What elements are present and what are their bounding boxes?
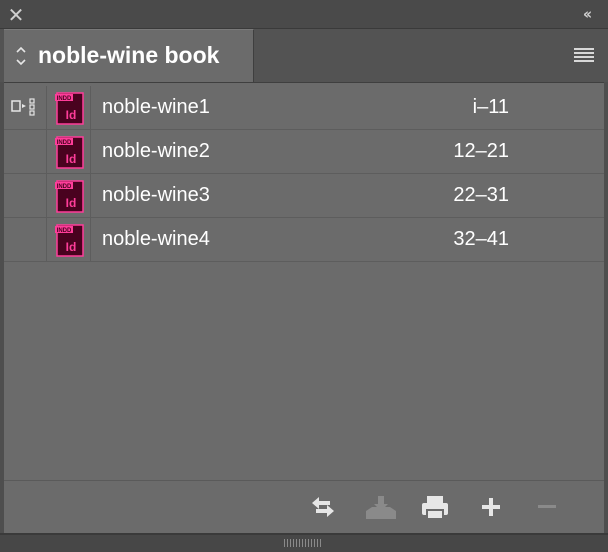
- synchronize-icon[interactable]: [308, 494, 338, 520]
- svg-text:INDD: INDD: [57, 228, 72, 234]
- tab-expand-arrows-icon[interactable]: [15, 43, 27, 69]
- panel-resize-bar: [0, 533, 608, 552]
- indd-file-icon: INDD Id: [54, 223, 85, 257]
- document-icon-column: INDD Id: [47, 130, 91, 173]
- list-item[interactable]: INDD Id noble-wine2 12–21: [4, 130, 604, 174]
- document-icon-column: INDD Id: [47, 218, 91, 261]
- indd-file-icon: INDD Id: [54, 135, 85, 169]
- document-page-range: 12–21: [453, 140, 509, 162]
- document-page-range: i–11: [472, 96, 509, 118]
- add-document-icon[interactable]: [478, 494, 508, 520]
- remove-document-icon[interactable]: [534, 494, 564, 520]
- tab-title: noble-wine book: [38, 42, 220, 68]
- tab-book[interactable]: noble-wine book: [4, 29, 254, 82]
- indd-file-icon: INDD Id: [54, 91, 85, 125]
- svg-text:Id: Id: [66, 196, 77, 210]
- print-icon[interactable]: [420, 494, 450, 520]
- document-icon-column: INDD Id: [47, 174, 91, 217]
- panel-title-bar: ✕ ‹‹: [0, 0, 608, 29]
- svg-text:INDD: INDD: [57, 184, 72, 190]
- style-source-column[interactable]: [4, 218, 47, 261]
- resize-grip-icon[interactable]: [284, 539, 322, 547]
- svg-text:Id: Id: [66, 240, 77, 254]
- close-icon[interactable]: ✕: [7, 5, 25, 25]
- list-item[interactable]: INDD Id noble-wine1 i–11: [4, 86, 604, 130]
- list-item[interactable]: INDD Id noble-wine4 32–41: [4, 218, 604, 262]
- collapse-panel-icon[interactable]: ‹‹: [576, 5, 596, 23]
- document-name: noble-wine3: [102, 184, 210, 206]
- document-name: noble-wine2: [102, 140, 210, 162]
- indd-file-icon: INDD Id: [54, 179, 85, 213]
- style-source-icon: [11, 98, 37, 116]
- svg-text:INDD: INDD: [57, 96, 72, 102]
- document-page-range: 22–31: [453, 184, 509, 206]
- style-source-column[interactable]: [4, 174, 47, 217]
- document-icon-column: INDD Id: [47, 86, 91, 129]
- document-name: noble-wine1: [102, 96, 210, 118]
- tab-strip: noble-wine book: [0, 29, 608, 82]
- list-item[interactable]: INDD Id noble-wine3 22–31: [4, 174, 604, 218]
- panel-footer: [4, 480, 604, 534]
- save-book-icon[interactable]: [364, 494, 396, 520]
- style-source-column[interactable]: [4, 86, 47, 129]
- svg-text:Id: Id: [66, 108, 77, 122]
- book-document-list: INDD Id noble-wine1 i–11 INDD Id noble-wine2 12…: [4, 82, 604, 481]
- svg-text:INDD: INDD: [57, 140, 72, 146]
- document-name: noble-wine4: [102, 228, 210, 250]
- document-page-range: 32–41: [453, 228, 509, 250]
- style-source-column[interactable]: [4, 130, 47, 173]
- svg-text:Id: Id: [66, 152, 77, 166]
- panel-menu-icon[interactable]: [574, 48, 594, 62]
